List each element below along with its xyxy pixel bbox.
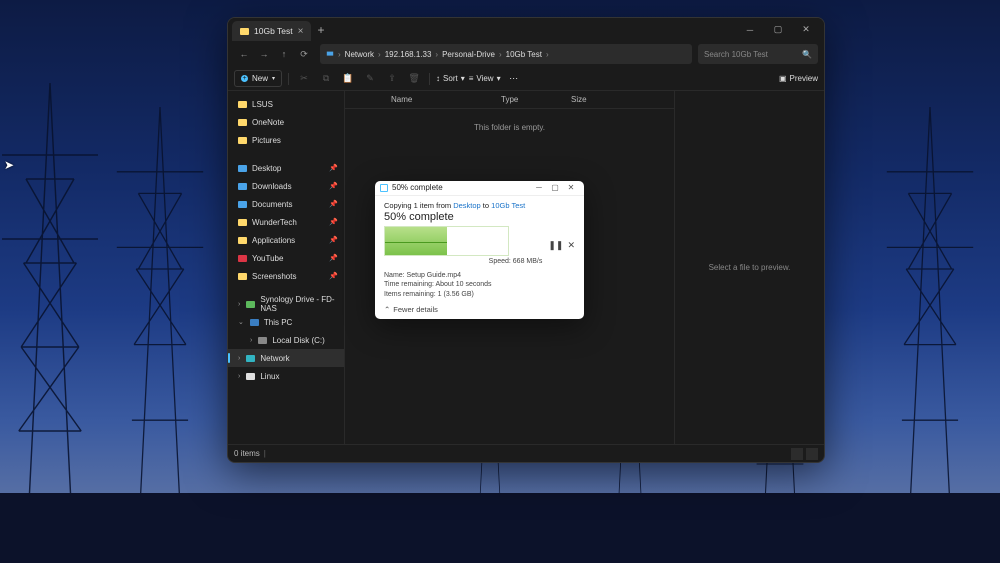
pin-icon: 📌: [329, 164, 338, 172]
to-link[interactable]: 10Gb Test: [491, 201, 525, 210]
forward-button[interactable]: →: [254, 44, 274, 64]
preview-pane: Select a file to preview.: [674, 91, 824, 444]
status-bar: 0 items|: [228, 444, 824, 462]
view-thumbnails-button[interactable]: [806, 448, 818, 460]
chevron-up-icon: ⌃: [384, 305, 390, 314]
sidebar-item[interactable]: Screenshots📌: [228, 267, 344, 285]
copy-dialog: 50% complete ─ ▢ ✕ Copying 1 item from D…: [375, 181, 584, 319]
window-tab[interactable]: 10Gb Test ×: [232, 21, 311, 41]
minimize-button[interactable]: ─: [736, 18, 764, 41]
sidebar-item[interactable]: WunderTech📌: [228, 213, 344, 231]
column-headers[interactable]: Name Type Size: [345, 91, 674, 109]
speed-text: Speed: 668 MB/s: [384, 258, 542, 265]
sidebar-item-thispc[interactable]: ⌄This PC: [228, 313, 344, 331]
share-button[interactable]: ⇪: [383, 70, 401, 88]
sidebar-item-downloads[interactable]: Downloads📌: [228, 177, 344, 195]
sort-button[interactable]: ↕ Sort ▾: [436, 74, 465, 83]
copy-details: Name: Setup Guide.mp4 Time remaining: Ab…: [384, 271, 575, 299]
speed-graph: [384, 226, 509, 256]
search-input[interactable]: Search 10Gb Test 🔍: [698, 44, 818, 64]
sidebar-item[interactable]: Pictures: [228, 131, 344, 149]
breadcrumb[interactable]: › Network› 192.168.1.33› Personal-Drive›…: [320, 44, 692, 64]
cursor-icon: ➤: [4, 158, 14, 172]
progress-heading: 50% complete: [384, 211, 575, 223]
sidebar-item[interactable]: Applications📌: [228, 231, 344, 249]
pause-button[interactable]: ❚❚: [548, 240, 563, 251]
toolbar: +New▾ ✂ ⧉ 📋 ✎ ⇪ 🗑 ↕ Sort ▾ ≡ View ▾ ⋯ ▣ …: [228, 67, 824, 91]
rename-button[interactable]: ✎: [361, 70, 379, 88]
sidebar-item-network[interactable]: ›Network: [228, 349, 344, 367]
copy-button[interactable]: ⧉: [317, 70, 335, 88]
crumb-network[interactable]: Network: [345, 50, 374, 59]
crumb-folder[interactable]: 10Gb Test: [506, 50, 542, 59]
sidebar-item-desktop[interactable]: Desktop📌: [228, 159, 344, 177]
sidebar-item[interactable]: LSUS: [228, 95, 344, 113]
crumb-drive[interactable]: Personal-Drive: [442, 50, 495, 59]
dialog-titlebar: 50% complete ─ ▢ ✕: [375, 181, 584, 196]
sidebar-item[interactable]: ›Synology Drive - FD-NAS: [228, 295, 344, 313]
view-details-button[interactable]: [791, 448, 803, 460]
sidebar-item[interactable]: OneNote: [228, 113, 344, 131]
new-button[interactable]: +New▾: [234, 70, 282, 87]
sidebar-item-linux[interactable]: ›Linux: [228, 367, 344, 385]
close-tab-icon[interactable]: ×: [298, 26, 304, 37]
sidebar-item-documents[interactable]: Documents📌: [228, 195, 344, 213]
new-tab-button[interactable]: +: [317, 23, 324, 37]
delete-button[interactable]: 🗑: [405, 70, 423, 88]
paste-button[interactable]: 📋: [339, 70, 357, 88]
crumb-ip[interactable]: 192.168.1.33: [385, 50, 432, 59]
copying-text: Copying 1 item from Desktop to 10Gb Test: [384, 201, 575, 210]
copy-icon: [380, 184, 388, 192]
cut-button[interactable]: ✂: [295, 70, 313, 88]
maximize-button[interactable]: ▢: [764, 18, 792, 41]
from-link[interactable]: Desktop: [453, 201, 481, 210]
titlebar: 10Gb Test × + ─ ▢ ✕: [228, 18, 824, 41]
sidebar-item[interactable]: YouTube📌: [228, 249, 344, 267]
preview-toggle[interactable]: ▣ Preview: [779, 74, 818, 83]
back-button[interactable]: ←: [234, 44, 254, 64]
dialog-title: 50% complete: [392, 183, 443, 192]
folder-icon: [240, 28, 249, 35]
fewer-details-button[interactable]: ⌃Fewer details: [384, 305, 575, 314]
refresh-button[interactable]: ⟳: [294, 44, 314, 64]
dialog-minimize[interactable]: ─: [531, 183, 547, 192]
view-button[interactable]: ≡ View ▾: [469, 74, 501, 83]
sidebar: LSUS OneNote Pictures Desktop📌 Downloads…: [228, 91, 345, 444]
pc-icon: [326, 50, 334, 58]
more-button[interactable]: ⋯: [505, 70, 523, 88]
search-icon: 🔍: [802, 50, 812, 59]
dialog-close[interactable]: ✕: [563, 183, 579, 192]
sidebar-item-localdisk[interactable]: ›Local Disk (C:): [228, 331, 344, 349]
up-button[interactable]: ↑: [274, 44, 294, 64]
tab-title: 10Gb Test: [254, 26, 293, 36]
close-button[interactable]: ✕: [792, 18, 820, 41]
address-bar-row: ← → ↑ ⟳ › Network› 192.168.1.33› Persona…: [228, 41, 824, 67]
cancel-button[interactable]: ✕: [567, 240, 575, 251]
dialog-maximize[interactable]: ▢: [547, 183, 563, 192]
